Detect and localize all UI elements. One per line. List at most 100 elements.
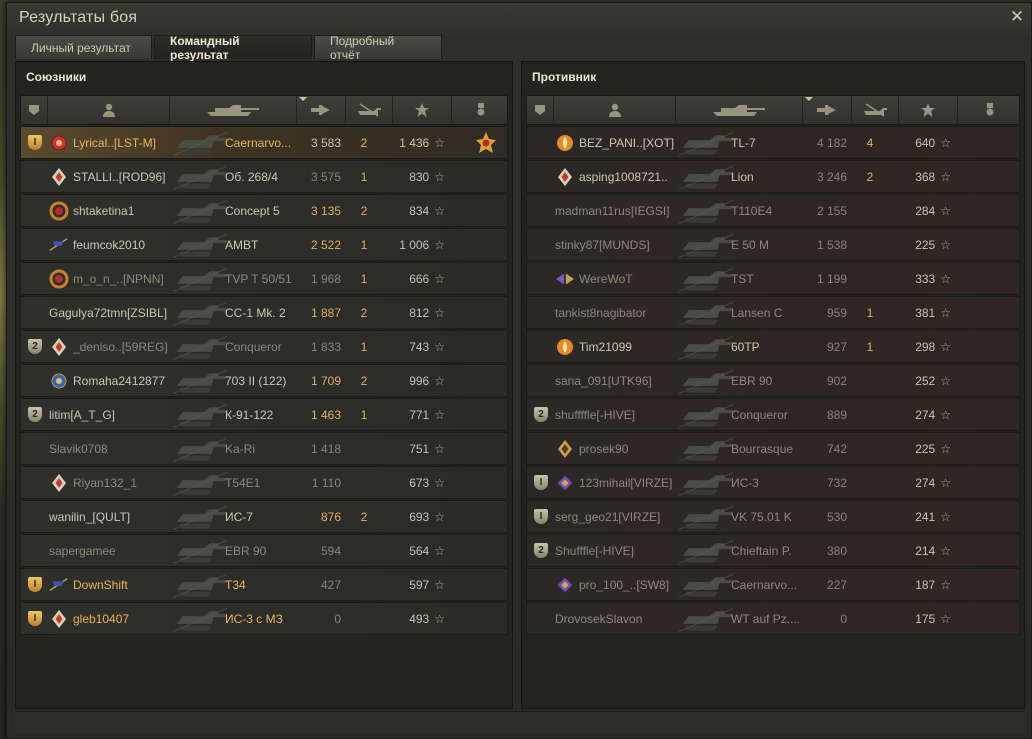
- squad-column-icon[interactable]: [21, 96, 48, 124]
- tank-name: AMBT: [225, 237, 259, 252]
- squad-column-icon[interactable]: [527, 96, 554, 124]
- tank-name: ИС-7: [225, 509, 253, 524]
- xp-cell: 1 006 ☆: [393, 229, 445, 260]
- player-row[interactable]: wanilin_[QULT] ИС-7 876 2 693 ☆: [20, 500, 508, 533]
- xp-value: 274: [915, 407, 936, 422]
- xp-value: 225: [915, 237, 936, 252]
- xp-value: 830: [409, 169, 430, 184]
- tank-image: [173, 195, 229, 226]
- tab-personal-result[interactable]: Личный результат: [15, 35, 152, 59]
- squad-cell: I: [27, 127, 43, 158]
- tank-image: [679, 467, 735, 498]
- window-footer: [15, 711, 1025, 734]
- damage-value: 3 575: [310, 169, 341, 184]
- player-row[interactable]: DrovosekSlavon WT auf Pz.... 0 175 ☆: [526, 602, 1020, 635]
- xp-value: 597: [409, 577, 430, 592]
- xp-column-star-icon[interactable]: [899, 96, 958, 124]
- player-row[interactable]: Romaha2412877 703 II (122) 1 709 2 996 ☆: [20, 364, 508, 397]
- xp-cell: 673 ☆: [393, 467, 445, 498]
- tank-image: [679, 263, 735, 294]
- tank-name: К-91-122: [225, 407, 274, 422]
- damage-value: 1 418: [310, 441, 341, 456]
- player-row[interactable]: shtaketina1 Concept 5 3 135 2 834 ☆: [20, 194, 508, 227]
- frags-column-icon[interactable]: [346, 96, 393, 124]
- player-row[interactable]: Gagulya72tmn[ZSIBL] CC-1 Mk. 2 1 887 2 812 ☆: [20, 296, 508, 329]
- player-row[interactable]: stinky87[MUNDS] E 50 M 1 538 225 ☆: [526, 228, 1020, 261]
- player-column-icon[interactable]: [48, 96, 170, 124]
- star-icon: ☆: [434, 407, 445, 422]
- tank-column-icon[interactable]: [170, 96, 297, 124]
- player-row[interactable]: BEZ_PANI..[XOT] TL-7 4 182 4 640 ☆: [526, 126, 1020, 159]
- player-row[interactable]: asping1008721.. Lion 3 246 2 368 ☆: [526, 160, 1020, 193]
- player-cell: shuffffle[-HIVE]: [555, 399, 679, 430]
- star-icon: ☆: [434, 237, 445, 252]
- player-row[interactable]: 2 shuffffle[-HIVE] Conqueror 889 274 ☆: [526, 398, 1020, 431]
- player-row[interactable]: Iserg_geo21[VIRZE] VK 75.01 K 530 241 ☆: [526, 500, 1020, 533]
- player-cell: BEZ_PANI..[XOT]: [555, 127, 679, 158]
- player-name: Lyrical..[LST-M]: [73, 135, 156, 150]
- damage-value: 1 199: [816, 271, 847, 286]
- player-row[interactable]: I 123mihail[VIRZE] ИС-3 732 274 ☆: [526, 466, 1020, 499]
- player-row[interactable]: Slavik0708 Ka-Ri 1 418 751 ☆: [20, 432, 508, 465]
- player-row[interactable]: tankist8nagibator Lansen C 959 1 381 ☆: [526, 296, 1020, 329]
- tank-image: [173, 297, 229, 328]
- player-row[interactable]: m_o_n_..[NPNN] TVP T 50/51 1 968 1 666 ☆: [20, 262, 508, 295]
- close-icon[interactable]: ✕: [1009, 8, 1025, 25]
- damage-value: 902: [826, 373, 847, 388]
- tab-team-result[interactable]: Командный результат: [154, 34, 312, 62]
- damage-value: 1 110: [311, 475, 341, 490]
- achievement-column-icon[interactable]: [452, 96, 510, 124]
- tank-cell: Chieftain P.: [731, 535, 811, 566]
- player-row[interactable]: STALLI..[ROD96] Об. 268/4 3 575 1 830 ☆: [20, 160, 508, 193]
- squad-cell: [27, 433, 43, 464]
- xp-cell: 368 ☆: [899, 161, 951, 192]
- xp-value: 812: [409, 305, 430, 320]
- tank-cell: Conqueror: [731, 399, 811, 430]
- tank-name: 60TP: [731, 339, 760, 354]
- player-row[interactable]: Tim21099 60TP 927 1 298 ☆: [526, 330, 1020, 363]
- player-row[interactable]: prosek90 Bourrasque 742 225 ☆: [526, 432, 1020, 465]
- player-row[interactable]: Igleb10407 ИС-3 с МЗ 0 493 ☆: [20, 602, 508, 635]
- frags-value: [861, 603, 879, 634]
- xp-value: 771: [409, 407, 430, 422]
- tank-image: [679, 297, 735, 328]
- player-row[interactable]: Riyan132_1 T54E1 1 110 673 ☆: [20, 466, 508, 499]
- tank-cell: ИС-3: [731, 467, 811, 498]
- achievement-column-icon[interactable]: [958, 96, 1021, 124]
- xp-column-star-icon[interactable]: [393, 96, 452, 124]
- player-row[interactable]: feumcok2010 AMBT 2 522 1 1 006 ☆: [20, 228, 508, 261]
- player-row[interactable]: 2 _deniso..[59REG] Conqueror 1 833 1 743 ☆: [20, 330, 508, 363]
- player-row[interactable]: sana_091[UTK96] EBR 90 902 252 ☆: [526, 364, 1020, 397]
- tank-column-icon[interactable]: [676, 96, 803, 124]
- medal-blue-icon: [49, 371, 69, 391]
- damage-column-icon[interactable]: [297, 96, 346, 124]
- frags-column-icon[interactable]: [852, 96, 899, 124]
- xp-value: 368: [915, 169, 936, 184]
- tank-image: [173, 433, 229, 464]
- window-title: Результаты боя: [19, 9, 138, 26]
- player-name: Slavik0708: [49, 441, 108, 456]
- player-row[interactable]: madman11rus[IEGSI] T110E4 2 155 284 ☆: [526, 194, 1020, 227]
- player-name: stinky87[MUNDS]: [555, 237, 650, 252]
- tank-image: [173, 365, 229, 396]
- player-cell: STALLI..[ROD96]: [49, 161, 173, 192]
- player-row[interactable]: I Lyrical..[LST-M] Caernarvo... 3 583 2 1 436…: [20, 126, 508, 159]
- player-row[interactable]: I DownShift T34 427 597 ☆: [20, 568, 508, 601]
- star-icon: ☆: [434, 577, 445, 592]
- player-cell: Shufffle[-HIVE]: [555, 535, 679, 566]
- player-row[interactable]: WereWoT TST 1 199 333 ☆: [526, 262, 1020, 295]
- player-row[interactable]: pro_100_..[SW8] Caernarvo... 227 187 ☆: [526, 568, 1020, 601]
- star-icon: ☆: [940, 611, 951, 626]
- tank-name: Caernarvo...: [225, 135, 292, 150]
- damage-value: 2 522: [310, 237, 341, 252]
- tank-cell: EBR 90: [225, 535, 305, 566]
- tab-detailed-report[interactable]: Подробный отчёт: [314, 34, 442, 62]
- player-row[interactable]: 2 Shufffle[-HIVE] Chieftain P. 380 214 ☆: [526, 534, 1020, 567]
- player-row[interactable]: 2 litim[A_T_G] К-91-122 1 463 1 771 ☆: [20, 398, 508, 431]
- player-column-icon[interactable]: [554, 96, 676, 124]
- order-medal-icon[interactable]: [474, 127, 498, 158]
- damage-column-icon[interactable]: [803, 96, 852, 124]
- xp-value: 743: [409, 339, 430, 354]
- player-row[interactable]: sapergamee EBR 90 594 564 ☆: [20, 534, 508, 567]
- star-icon: ☆: [940, 305, 951, 320]
